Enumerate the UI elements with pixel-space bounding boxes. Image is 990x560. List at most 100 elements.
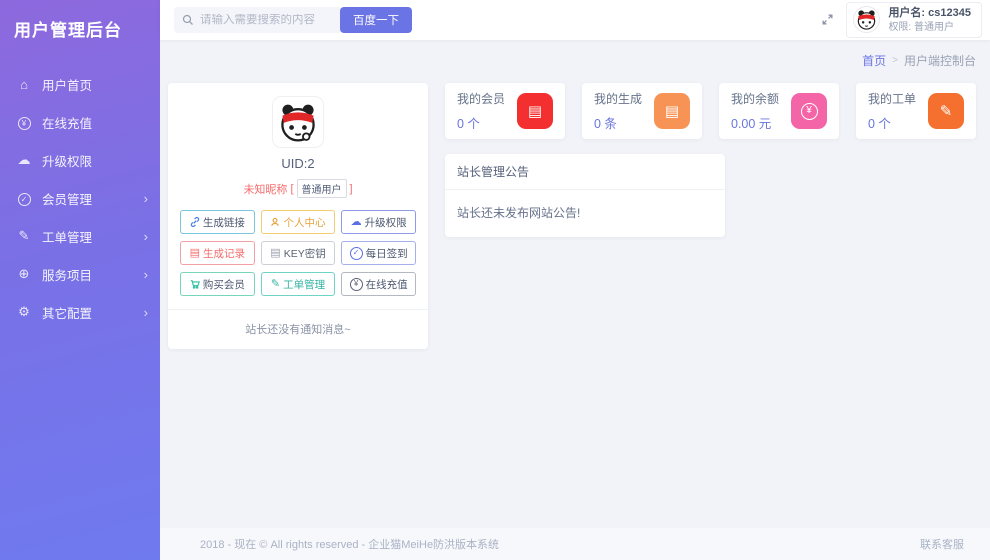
breadcrumb-current: 用户端控制台: [904, 52, 976, 69]
sidebar-item-home[interactable]: ⌂ 用户首页: [0, 65, 160, 103]
announcement-panel: 站长管理公告 站长还未发布网站公告!: [445, 154, 725, 237]
sidebar-item-recharge[interactable]: ¥ 在线充值: [0, 103, 160, 141]
footer: 2018 - 现在 © All rights reserved - 企业猫Mei…: [160, 528, 990, 560]
check-circle-icon: ✓: [350, 247, 363, 260]
sidebar: 用户管理后台 ⌂ 用户首页 ¥ 在线充值 ☁ 升级权限 ✓ 会员管理 › ✎ 工…: [0, 0, 160, 560]
home-icon: ⌂: [16, 77, 32, 92]
bracket-close: ]: [350, 183, 353, 195]
cart-icon: [190, 279, 200, 289]
main-area: 百度一下 用户名: cs12345: [160, 0, 990, 560]
stat-card-generated[interactable]: 我的生成 0 条 ▤: [582, 83, 702, 139]
upgrade-permission-button[interactable]: ☁ 升级权限: [341, 210, 416, 234]
stat-card-balance[interactable]: 我的余额 0.00 元 ¥: [719, 83, 839, 139]
document-icon: ▤: [517, 93, 553, 129]
stat-title: 我的生成: [594, 90, 642, 107]
sidebar-item-label: 工单管理: [42, 227, 92, 246]
announcement-title: 站长管理公告: [445, 154, 725, 190]
sidebar-item-upgrade[interactable]: ☁ 升级权限: [0, 141, 160, 179]
personal-center-button[interactable]: 个人中心: [261, 210, 336, 234]
chevron-right-icon: ›: [144, 229, 148, 244]
username-label: 用户名:: [888, 7, 925, 19]
search-input[interactable]: [200, 14, 342, 26]
profile-actions: 生成链接 个人中心 ☁ 升级权限 ▤ 生成记录 ▤: [180, 210, 416, 296]
sidebar-item-label: 其它配置: [42, 303, 92, 322]
check-circle-icon: ✓: [16, 190, 32, 207]
online-recharge-button[interactable]: ¥ 在线充值: [341, 272, 416, 296]
user-info: 用户名: cs12345 权限: 普通用户: [888, 6, 971, 34]
search-box: [174, 7, 342, 33]
link-icon: [190, 217, 200, 227]
generate-link-button[interactable]: 生成链接: [180, 210, 255, 234]
chevron-right-icon: ›: [144, 267, 148, 282]
fullscreen-icon[interactable]: [821, 13, 834, 26]
breadcrumb-home-link[interactable]: 首页: [862, 52, 886, 69]
document-icon: ▤: [654, 93, 690, 129]
sidebar-item-label: 升级权限: [42, 151, 92, 170]
stats-row: 我的会员 0 个 ▤ 我的生成 0 条 ▤ 我的余额 0.00 元: [445, 83, 976, 139]
stat-value: 0 条: [594, 113, 642, 132]
sidebar-item-members[interactable]: ✓ 会员管理 ›: [0, 179, 160, 217]
breadcrumb-separator: >: [892, 55, 898, 66]
sidebar-nav: ⌂ 用户首页 ¥ 在线充值 ☁ 升级权限 ✓ 会员管理 › ✎ 工单管理 › ⊕…: [0, 55, 160, 331]
breadcrumb: 首页 > 用户端控制台: [160, 40, 990, 73]
search-group: 百度一下: [174, 7, 412, 33]
profile-card: UID:2 未知昵称 [ 普通用户 ] 生成链接: [168, 83, 428, 349]
username-value: cs12345: [928, 7, 971, 19]
content: UID:2 未知昵称 [ 普通用户 ] 生成链接: [160, 73, 990, 528]
sidebar-item-tickets[interactable]: ✎ 工单管理 ›: [0, 217, 160, 255]
buy-membership-button[interactable]: 购买会员: [180, 272, 255, 296]
stat-value: 0.00 元: [731, 113, 779, 132]
yen-circle-icon: ¥: [350, 278, 363, 291]
cloud-icon: ☁: [351, 217, 362, 228]
daily-checkin-button[interactable]: ✓ 每日签到: [341, 241, 416, 265]
chevron-right-icon: ›: [144, 191, 148, 206]
gear-icon: ⚙: [16, 304, 32, 320]
uid-text: UID:2: [180, 156, 416, 171]
stat-title: 我的工单: [868, 90, 916, 107]
ticket-manage-button[interactable]: ✎ 工单管理: [261, 272, 336, 296]
bracket-open: [: [290, 183, 293, 195]
owner-notice-text: 站长还没有通知消息~: [168, 309, 428, 349]
sidebar-item-label: 用户首页: [42, 75, 92, 94]
yen-circle-icon: ¥: [791, 93, 827, 129]
avatar: [853, 6, 880, 33]
stat-value: 0 个: [868, 113, 916, 132]
search-button[interactable]: 百度一下: [340, 7, 412, 33]
ticket-icon: ✎: [16, 228, 32, 244]
avatar: [273, 97, 323, 147]
stat-value: 0 个: [457, 113, 505, 132]
document-icon: ▤: [270, 248, 280, 259]
document-icon: ▤: [190, 248, 200, 259]
right-column: 我的会员 0 个 ▤ 我的生成 0 条 ▤ 我的余额 0.00 元: [445, 83, 976, 237]
yen-circle-icon: ¥: [16, 114, 32, 131]
topbar-right: 用户名: cs12345 权限: 普通用户: [821, 2, 982, 38]
top-bar: 百度一下 用户名: cs12345: [160, 0, 990, 40]
sidebar-item-label: 服务项目: [42, 265, 92, 284]
chevron-right-icon: ›: [144, 305, 148, 320]
stat-card-tickets[interactable]: 我的工单 0 个 ✎: [856, 83, 976, 139]
stat-title: 我的会员: [457, 90, 505, 107]
user-menu[interactable]: 用户名: cs12345 权限: 普通用户: [846, 2, 982, 38]
contact-support-link[interactable]: 联系客服: [920, 536, 964, 552]
copyright-text: 2018 - 现在 © All rights reserved - 企业猫Mei…: [200, 536, 499, 552]
globe-icon: ⊕: [16, 266, 32, 282]
nickname-text: 未知昵称: [243, 181, 287, 197]
role-value: 普通用户: [914, 22, 954, 33]
cloud-upload-icon: ☁: [16, 152, 32, 168]
role-tag: 普通用户: [297, 179, 347, 198]
stat-title: 我的余额: [731, 90, 779, 107]
user-icon: [270, 217, 280, 227]
role-label: 权限:: [888, 22, 911, 33]
sidebar-item-services[interactable]: ⊕ 服务项目 ›: [0, 255, 160, 293]
sidebar-item-label: 在线充值: [42, 113, 92, 132]
app-title: 用户管理后台: [0, 0, 160, 55]
ticket-icon: ✎: [271, 279, 280, 290]
key-secret-button[interactable]: ▤ KEY密钥: [261, 241, 336, 265]
sidebar-item-settings[interactable]: ⚙ 其它配置 ›: [0, 293, 160, 331]
generate-records-button[interactable]: ▤ 生成记录: [180, 241, 255, 265]
stat-card-members[interactable]: 我的会员 0 个 ▤: [445, 83, 565, 139]
nickname-line: 未知昵称 [ 普通用户 ]: [180, 179, 416, 198]
search-icon: [182, 14, 194, 26]
ticket-icon: ✎: [928, 93, 964, 129]
sidebar-item-label: 会员管理: [42, 189, 92, 208]
